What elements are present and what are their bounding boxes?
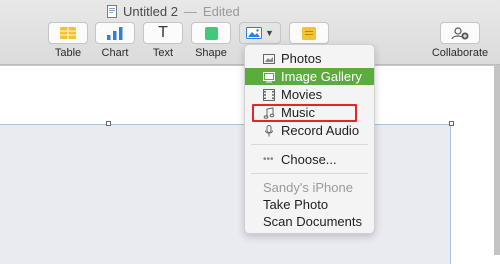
title-separator: — — [183, 3, 197, 19]
menu-item-record-audio[interactable]: Record Audio — [245, 122, 374, 139]
document-title[interactable]: Untitled 2 — [123, 4, 178, 19]
comment-button[interactable] — [289, 22, 329, 44]
collaborate-button[interactable] — [440, 22, 480, 44]
resize-handle-top-middle[interactable] — [106, 121, 111, 126]
comment-icon — [302, 26, 316, 40]
menu-item-take-photo[interactable]: Take Photo — [245, 196, 374, 213]
menu-divider — [251, 173, 368, 174]
photos-icon — [263, 53, 275, 64]
document-status: Edited — [202, 3, 240, 19]
shape-button[interactable] — [191, 22, 231, 44]
annotation-highlight-box — [252, 104, 357, 122]
document-icon — [107, 4, 117, 18]
text-icon: T — [158, 24, 168, 41]
chart-button[interactable] — [95, 22, 135, 44]
menu-divider — [251, 144, 368, 145]
collaborate-icon — [451, 26, 469, 39]
document-canvas-object[interactable] — [0, 124, 451, 264]
chart-icon — [107, 26, 123, 40]
text-button[interactable]: T — [143, 22, 183, 44]
menu-item-photos[interactable]: Photos — [245, 50, 374, 67]
menu-item-label: Record Audio — [281, 123, 360, 138]
media-button[interactable]: ▼ — [239, 22, 281, 44]
media-icon — [246, 27, 263, 39]
menu-item-label: Movies — [281, 87, 323, 102]
collaborate-label: Collaborate — [431, 47, 489, 59]
shape-icon — [204, 26, 218, 40]
menu-item-label: Image Gallery — [281, 69, 362, 84]
resize-handle-top-right[interactable] — [449, 121, 454, 126]
menu-item-movies[interactable]: Movies — [245, 86, 374, 103]
image-gallery-icon — [263, 71, 275, 82]
device-section-header: Sandy's iPhone — [263, 180, 353, 195]
menu-item-image-gallery[interactable]: Image Gallery — [245, 68, 374, 85]
window-title-bar: Untitled 2 — Edited — [107, 3, 240, 19]
menu-item-choose[interactable]: ••• Choose... — [245, 151, 374, 168]
menu-item-scan-documents[interactable]: Scan Documents — [245, 213, 374, 230]
menu-item-label: Choose... — [281, 152, 337, 167]
media-dropdown-menu: Photos Image Gallery Movies Music Record… — [244, 44, 375, 234]
menu-item-label: Photos — [281, 51, 322, 66]
chevron-down-icon: ▼ — [265, 28, 274, 38]
table-icon — [60, 27, 76, 39]
microphone-icon — [265, 124, 273, 136]
ellipsis-icon: ••• — [263, 153, 274, 165]
shape-label: Shape — [195, 47, 227, 59]
table-button[interactable] — [48, 22, 88, 44]
movies-icon — [263, 88, 275, 101]
canvas-scroll-gutter — [494, 65, 500, 255]
